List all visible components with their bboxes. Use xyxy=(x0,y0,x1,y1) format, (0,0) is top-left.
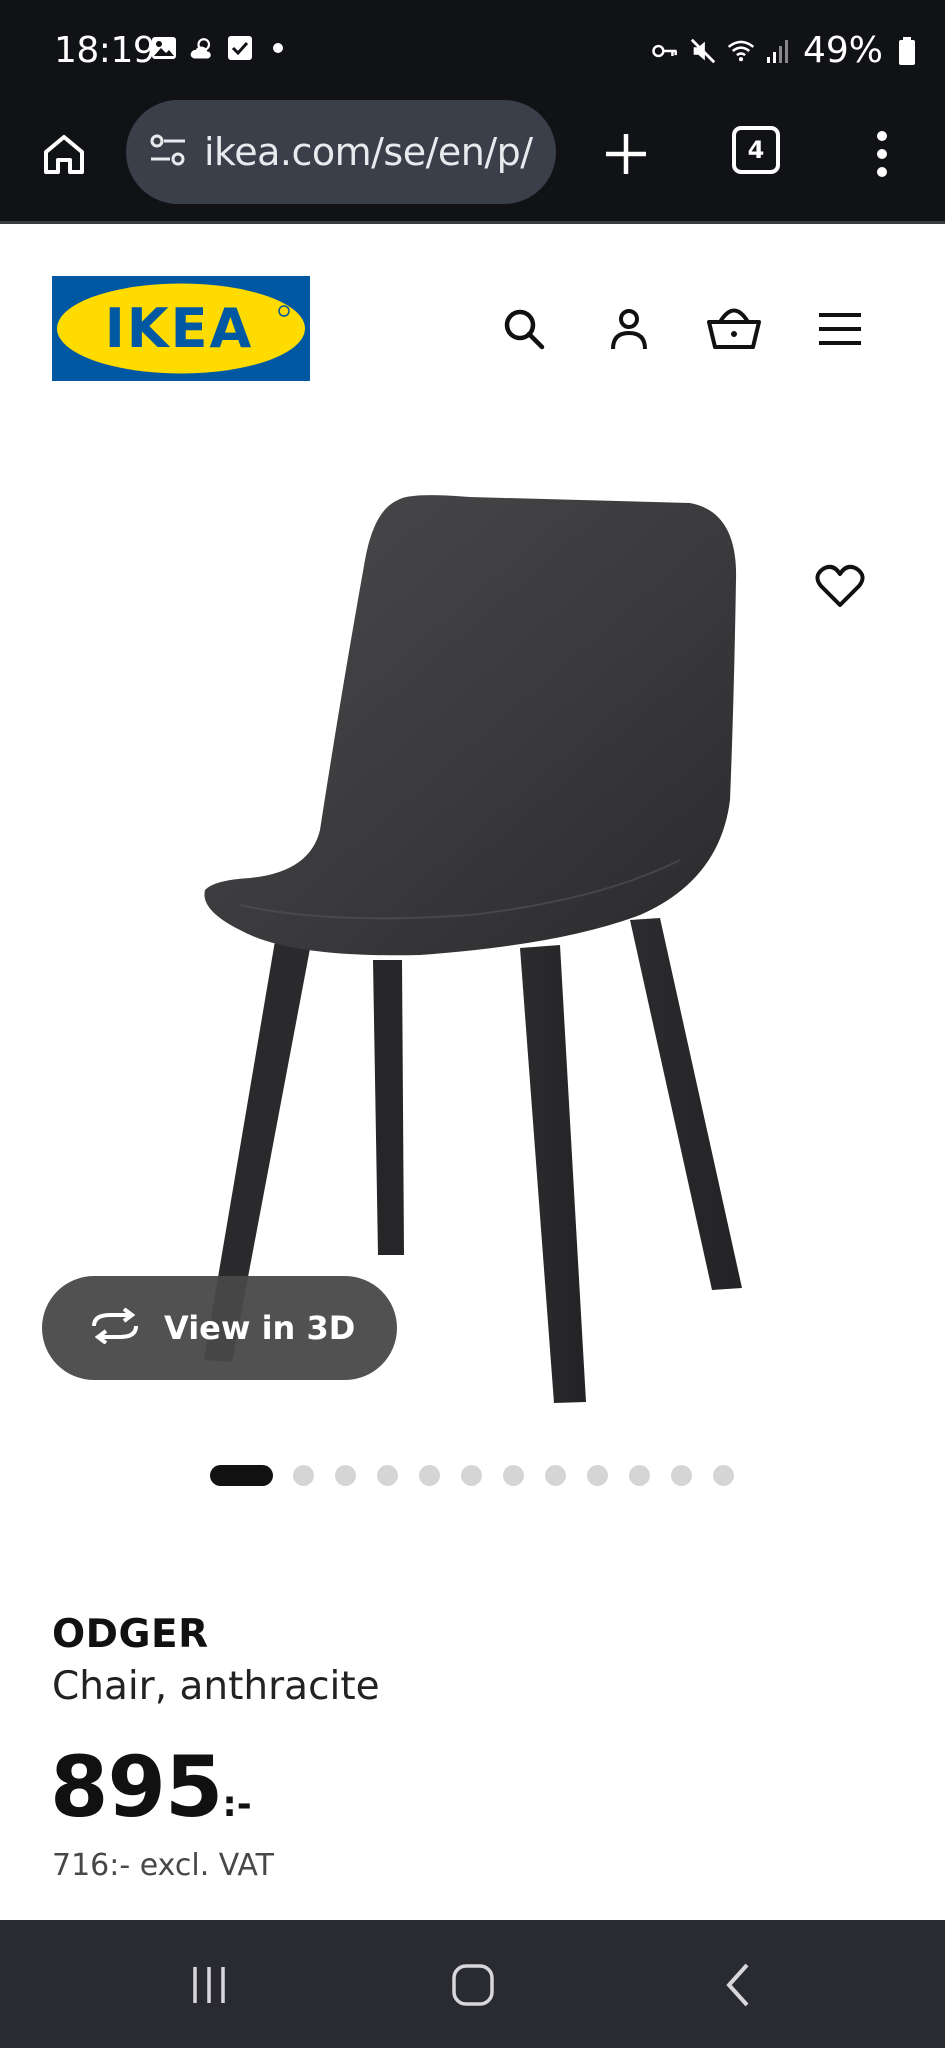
gallery-dot[interactable] xyxy=(545,1464,566,1486)
logo-text: IKEA xyxy=(105,297,254,360)
url-text: ikea.com/se/en/p/ xyxy=(204,130,533,174)
back-icon[interactable] xyxy=(704,1950,774,2020)
status-system-icons: 49% xyxy=(651,30,921,71)
gallery-dot[interactable] xyxy=(503,1464,524,1486)
recents-icon[interactable] xyxy=(174,1950,244,2020)
chair-image xyxy=(204,495,742,1403)
ikea-logo[interactable]: IKEA xyxy=(52,276,310,381)
site-settings-icon[interactable] xyxy=(148,133,188,172)
site-header: IKEA xyxy=(0,227,945,387)
basket-icon[interactable] xyxy=(704,299,764,359)
gallery-dot[interactable] xyxy=(629,1464,650,1486)
gallery-dot[interactable] xyxy=(293,1464,314,1486)
status-time: 18:19 xyxy=(54,30,156,71)
gallery-dot[interactable] xyxy=(671,1464,692,1486)
status-bar: 18:19 49% xyxy=(0,0,945,100)
gallery-dot[interactable] xyxy=(335,1464,356,1486)
home-icon[interactable] xyxy=(34,124,94,184)
gallery-dot-active[interactable] xyxy=(210,1464,273,1486)
system-nav-bar xyxy=(0,1920,945,2048)
view-in-3d-button[interactable]: View in 3D xyxy=(42,1276,397,1380)
gallery-dot[interactable] xyxy=(419,1464,440,1486)
weather-icon xyxy=(188,34,216,62)
rotate-3d-icon xyxy=(88,1306,142,1349)
home-icon[interactable] xyxy=(438,1950,508,2020)
product-description: Chair, anthracite xyxy=(52,1664,380,1709)
battery-icon xyxy=(893,36,921,65)
new-tab-icon[interactable] xyxy=(596,124,656,184)
browser-toolbar: ikea.com/se/en/p/ 4 xyxy=(0,100,945,224)
signal-icon xyxy=(765,37,793,65)
gallery-dot[interactable] xyxy=(461,1464,482,1486)
price-amount: 895 xyxy=(50,1738,223,1836)
product-image[interactable] xyxy=(0,420,945,1420)
mute-icon xyxy=(689,37,717,65)
price-excl-vat: 716:- excl. VAT xyxy=(52,1848,274,1883)
gallery-pagination xyxy=(210,1464,755,1486)
checkbox-icon xyxy=(226,34,254,62)
status-notification-icons xyxy=(150,34,292,62)
account-icon[interactable] xyxy=(599,299,659,359)
product-price: 895 :- xyxy=(50,1738,252,1836)
address-bar[interactable]: ikea.com/se/en/p/ xyxy=(126,100,556,204)
product-name: ODGER xyxy=(52,1612,209,1657)
favorite-heart-icon[interactable] xyxy=(806,552,874,620)
wifi-icon xyxy=(727,37,755,65)
gallery-dot[interactable] xyxy=(377,1464,398,1486)
key-icon xyxy=(651,37,679,65)
more-icon[interactable] xyxy=(860,124,904,184)
search-icon[interactable] xyxy=(494,299,554,359)
menu-icon[interactable] xyxy=(810,299,870,359)
price-suffix: :- xyxy=(222,1784,252,1825)
battery-percent: 49% xyxy=(802,30,883,71)
gallery-dot[interactable] xyxy=(713,1464,734,1486)
gallery-dot[interactable] xyxy=(587,1464,608,1486)
dot-icon xyxy=(264,34,292,62)
gallery-icon xyxy=(150,34,178,62)
tab-switcher-button[interactable]: 4 xyxy=(732,126,780,174)
view-in-3d-label: View in 3D xyxy=(164,1309,356,1347)
